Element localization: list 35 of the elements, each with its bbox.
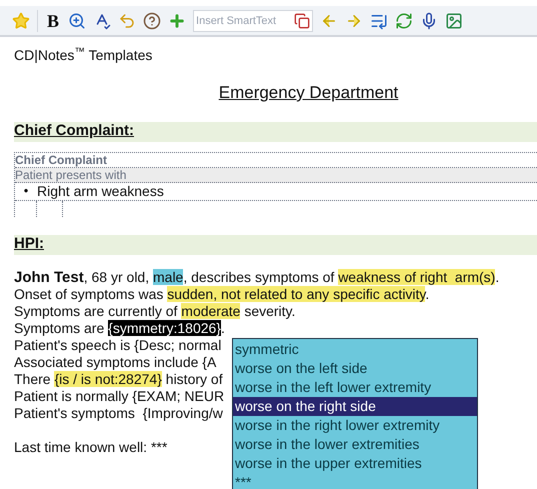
image-icon[interactable] (445, 12, 464, 30)
note-sentence: Patient is normally {EXAM; NEUR (14, 388, 224, 404)
dropdown-option[interactable]: worse in the upper extremities (233, 454, 477, 473)
note-sentence: Patient's symptoms {Improving/w (14, 404, 223, 420)
undo-icon[interactable] (118, 12, 136, 30)
note-sentence: John Test, 68 yr old, male, describes symptoms of weakness of right arm(s). (14, 268, 500, 284)
note-sentence: Symptoms are {symmetry:18026}. (14, 320, 225, 336)
dropdown-option[interactable]: worse in the left lower extremity (233, 378, 477, 397)
note-sentence: Last time known well: *** (14, 438, 168, 454)
section-title: Chief Complaint: (14, 121, 134, 142)
templates-heading: CD|Notes$^{™}$ Templates (14, 45, 152, 65)
help-icon[interactable] (143, 12, 162, 30)
dropdown-option[interactable]: worse on the left side (233, 359, 477, 378)
star-icon[interactable] (12, 12, 30, 30)
note-sentence: There {is / is not:28274} history of (14, 370, 223, 386)
zoom-in-icon[interactable] (68, 12, 86, 30)
note-sentence: Associated symptoms include {A (14, 354, 216, 370)
bold-button[interactable]: B (45, 12, 62, 30)
table-cell: Right arm weakness (37, 184, 164, 198)
bullet: • (22, 182, 30, 200)
dropdown-option[interactable]: worse in the right lower extremity (233, 416, 477, 435)
windows-icon[interactable] (294, 12, 310, 28)
note-sentence: Patient's speech is {Desc; normal (14, 336, 222, 352)
plus-icon[interactable] (168, 12, 186, 30)
note-sentence: Symptoms are currently of moderate severity. (14, 302, 296, 318)
dropdown-option[interactable]: worse on the right side (233, 397, 477, 416)
table-cell: Chief Complaint (15, 154, 107, 166)
document-title: Emergency Department (218, 82, 398, 104)
table-cell: Patient presents with (15, 168, 126, 180)
dropdown-option[interactable]: *** (233, 473, 477, 489)
dropdown-option[interactable]: worse in the lower extremities (233, 435, 477, 454)
refresh-icon[interactable] (395, 12, 414, 30)
section-title: HPI: (14, 234, 44, 254)
dropdown-option[interactable]: symmetric (233, 340, 477, 359)
smarttext-field[interactable]: Insert SmartText (193, 10, 314, 32)
